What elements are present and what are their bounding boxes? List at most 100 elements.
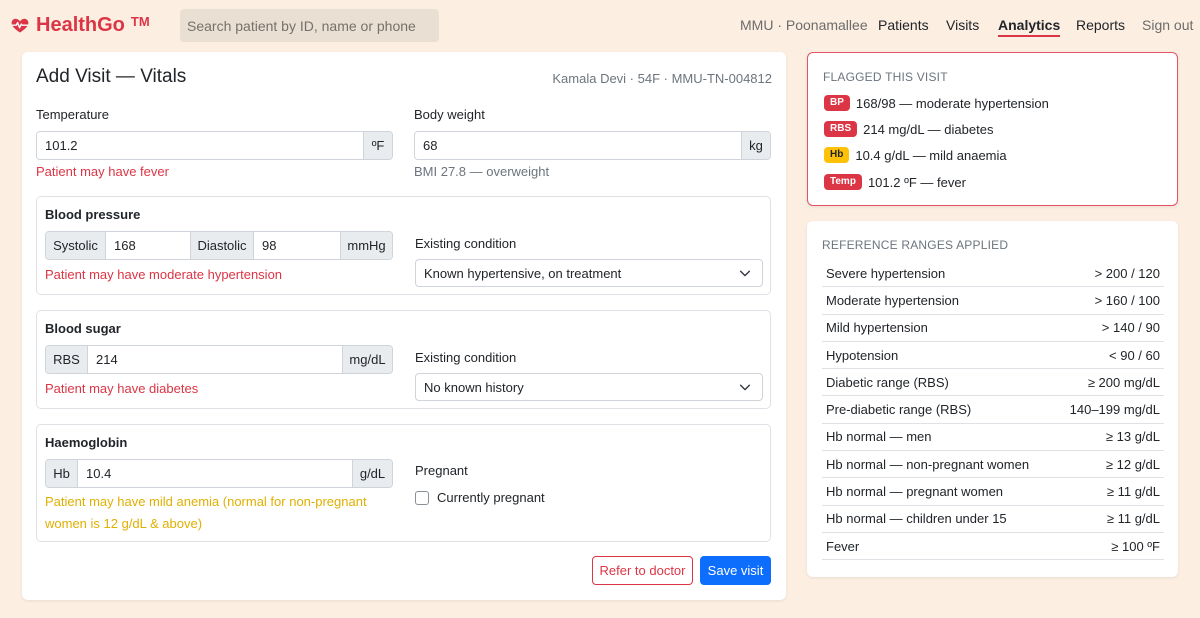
save-visit-button[interactable]: Save visit	[700, 556, 771, 585]
nav-unit-label: MMU · Poonamallee	[740, 17, 868, 33]
table-row: Moderate hypertension > 160 / 100	[822, 287, 1164, 315]
haemoglobin-section: Haemoglobin Hb g/dL Patient may have mil…	[36, 424, 771, 542]
reference-table: Severe hypertension > 200 / 120 Moderate …	[822, 260, 1164, 561]
rbs-warning: Patient may have diabetes	[45, 381, 199, 396]
add-visit-card: Add Visit — Vitals Kamala Devi · 54F · M…	[22, 52, 786, 600]
patient-summary: Kamala Devi · 54F · MMU-TN-004812	[552, 71, 772, 86]
pregnant-label: Pregnant	[415, 463, 468, 478]
table-row: Diabetic range (RBS) ≥ 200 mg/dL	[822, 369, 1164, 397]
hb-unit: g/dL	[352, 460, 392, 487]
reference-heading: REFERENCE RANGES APPLIED	[822, 238, 1009, 252]
weight-unit: kg	[741, 132, 770, 159]
bp-badge: BP	[824, 95, 850, 111]
nav-links: MMU · Poonamallee Patients Visits Analyt…	[0, 0, 1200, 50]
range-name: Hb normal — men	[826, 429, 932, 445]
hb-warning-line1: Patient may have mild anemia (normal for…	[45, 494, 367, 509]
bp-input-group: Systolic Diastolic mmHg	[45, 231, 393, 260]
bmi-status: BMI 27.8 — overweight	[414, 164, 550, 179]
flagged-card: FLAGGED THIS VISIT BP 168/98 — moderate …	[807, 52, 1178, 206]
range-value: ≥ 11 g/dL	[1106, 484, 1160, 500]
pregnant-checkbox[interactable]	[415, 490, 429, 505]
table-row: Fever ≥ 100 ºF	[822, 533, 1164, 561]
range-value: > 140 / 90	[1101, 320, 1160, 336]
blood-pressure-section: Blood pressure Systolic Diastolic mmHg P…	[36, 196, 771, 295]
hb-badge: Hb	[824, 147, 850, 163]
range-name: Mild hypertension	[826, 320, 928, 336]
range-value: < 90 / 60	[1109, 347, 1160, 363]
nav-link-analytics[interactable]: Analytics	[998, 17, 1061, 37]
table-row: Hb normal — pregnant women ≥ 11 g/dL	[822, 478, 1164, 506]
range-value: ≥ 13 g/dL	[1105, 429, 1160, 445]
range-name: Hb normal — pregnant women	[826, 484, 1004, 500]
bp-warning: Patient may have moderate hypertension	[45, 267, 283, 282]
range-name: Severe hypertension	[826, 265, 946, 281]
table-row: Severe hypertension > 200 / 120	[822, 260, 1164, 288]
rbs-label: RBS	[46, 346, 88, 373]
table-row: Pre-diabetic range (RBS) 140–199 mg/dL	[822, 396, 1164, 424]
rbs-badge: RBS	[824, 121, 858, 137]
range-name: Fever	[826, 538, 860, 554]
pregnant-checkbox-label[interactable]: Currently pregnant	[437, 490, 545, 505]
table-row: Mild hypertension > 140 / 90	[822, 315, 1164, 342]
flag-item: BP 168/98 — moderate hypertension	[824, 95, 1049, 111]
sugar-condition-select[interactable]: No known history	[415, 373, 763, 401]
range-value: > 200 / 120	[1094, 265, 1160, 281]
table-row: Hb normal — non-pregnant women ≥ 12 g/dL	[822, 451, 1164, 479]
range-value: ≥ 11 g/dL	[1106, 511, 1160, 527]
blood-sugar-section: Blood sugar RBS mg/dL Patient may have d…	[36, 310, 771, 409]
diastolic-label: Diastolic	[190, 232, 254, 259]
hb-input[interactable]	[78, 460, 352, 487]
flag-text: 214 mg/dL — diabetes	[863, 121, 994, 137]
range-value: > 160 / 100	[1094, 292, 1160, 308]
range-name: Hb normal — children under 15	[826, 511, 1007, 527]
range-value: ≥ 12 g/dL	[1105, 456, 1160, 472]
top-navbar: HealthGoTM MMU · Poonamallee Patients Vi…	[0, 0, 1200, 50]
hb-label: Hb	[46, 460, 78, 487]
weight-label: Body weight	[414, 107, 485, 122]
temp-badge: Temp	[824, 174, 862, 190]
range-name: Pre-diabetic range (RBS)	[826, 402, 972, 418]
range-name: Diabetic range (RBS)	[826, 374, 949, 390]
chevron-down-icon	[739, 384, 751, 391]
range-value: 140–199 mg/dL	[1069, 402, 1160, 418]
rbs-input-group: RBS mg/dL	[45, 345, 393, 374]
bp-condition-select[interactable]: Known hypertensive, on treatment	[415, 259, 763, 287]
rbs-unit: mg/dL	[342, 346, 392, 373]
hb-warning-line2: women is 12 g/dL & above)	[45, 516, 203, 531]
table-row: Hb normal — men ≥ 13 g/dL	[822, 424, 1164, 452]
range-value: ≥ 200 mg/dL	[1087, 374, 1160, 390]
weight-input[interactable]	[415, 132, 742, 159]
haemoglobin-title: Haemoglobin	[45, 435, 128, 450]
sugar-condition-label: Existing condition	[415, 350, 517, 365]
flag-item: Temp 101.2 ºF — fever	[824, 174, 966, 190]
chevron-down-icon	[739, 270, 751, 277]
systolic-input[interactable]	[106, 232, 190, 259]
blood-sugar-title: Blood sugar	[45, 321, 121, 336]
temperature-unit: ºF	[363, 132, 392, 159]
range-value: ≥ 100 ºF	[1111, 538, 1160, 554]
table-row: Hypotension < 90 / 60	[822, 342, 1164, 370]
bp-condition-value: Known hypertensive, on treatment	[424, 265, 622, 281]
flag-text: 10.4 g/dL — mild anaemia	[855, 147, 1007, 163]
temperature-warning: Patient may have fever	[36, 164, 169, 179]
hb-warning: Patient may have mild anemia (normal for…	[45, 491, 367, 535]
diastolic-input[interactable]	[254, 232, 340, 259]
temperature-input[interactable]	[37, 132, 364, 159]
blood-pressure-title: Blood pressure	[45, 207, 141, 222]
systolic-label: Systolic	[46, 232, 106, 259]
flag-text: 168/98 — moderate hypertension	[855, 95, 1049, 111]
nav-link-reports[interactable]: Reports	[1076, 17, 1125, 33]
range-name: Hb normal — non-pregnant women	[826, 456, 1030, 472]
flag-item: RBS 214 mg/dL — diabetes	[824, 121, 993, 137]
pregnant-checkbox-row[interactable]: Currently pregnant	[415, 490, 545, 505]
temperature-label: Temperature	[36, 107, 109, 122]
refer-to-doctor-button[interactable]: Refer to doctor	[592, 556, 693, 585]
table-row: Hb normal — children under 15 ≥ 11 g/dL	[822, 506, 1164, 533]
nav-link-patients[interactable]: Patients	[878, 17, 929, 33]
rbs-input[interactable]	[88, 346, 342, 373]
nav-link-signout[interactable]: Sign out	[1142, 17, 1193, 33]
range-name: Hypotension	[826, 347, 899, 363]
reference-ranges-card: REFERENCE RANGES APPLIED Severe hyperten…	[807, 221, 1178, 577]
nav-link-visits[interactable]: Visits	[946, 17, 979, 33]
range-name: Moderate hypertension	[826, 292, 959, 308]
